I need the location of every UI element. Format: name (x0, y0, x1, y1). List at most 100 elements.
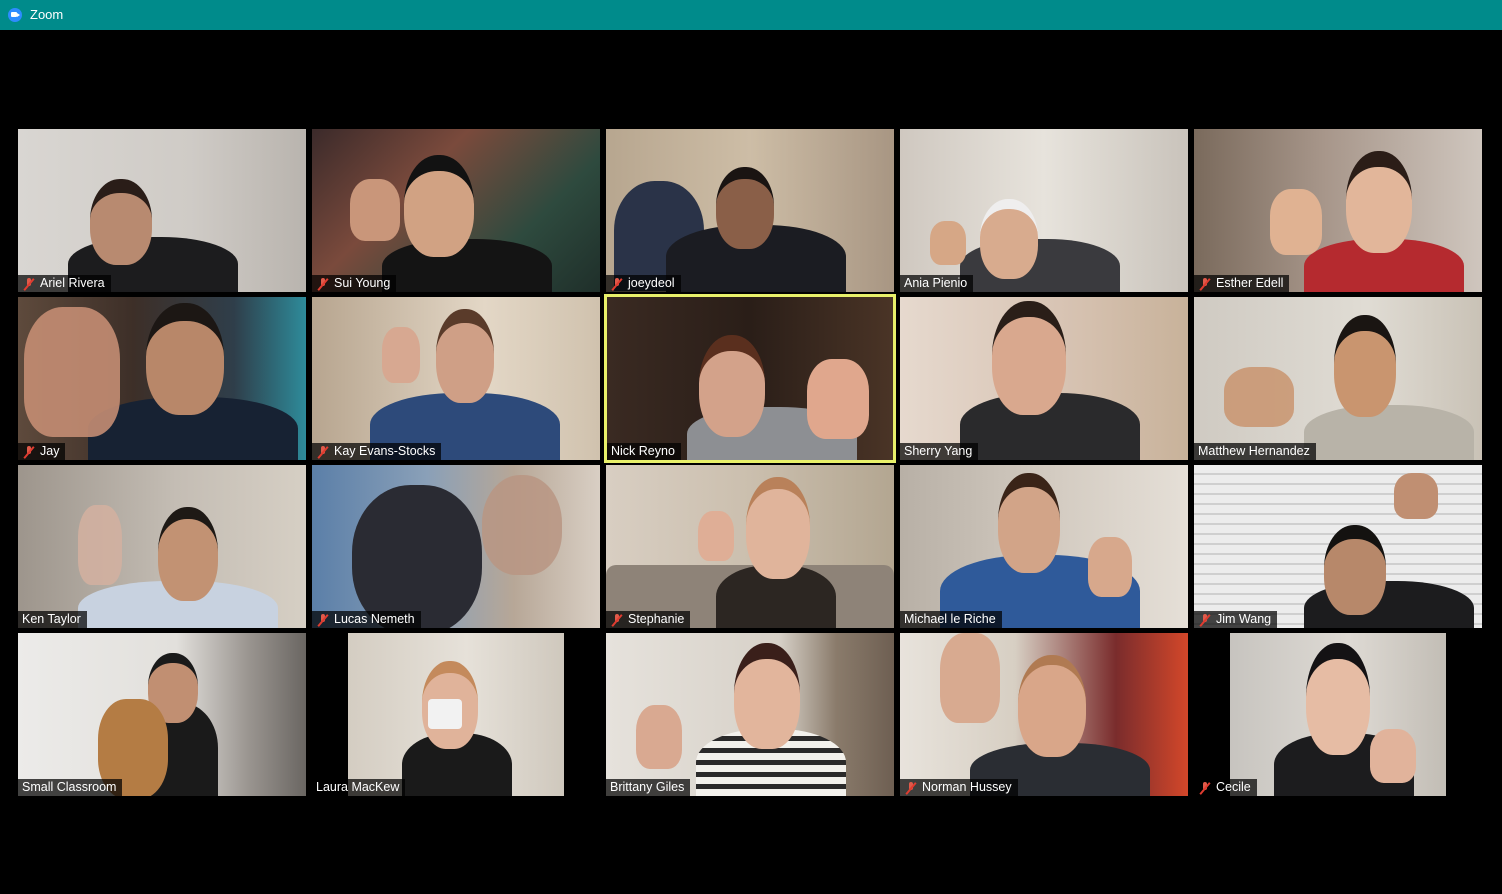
participant-nameplate: Nick Reyno (607, 443, 681, 460)
person-face (1334, 315, 1396, 417)
video-tile[interactable]: Kay Evans-Stocks (312, 297, 600, 460)
person-silhouette (1304, 405, 1474, 460)
window-title: Zoom (30, 7, 64, 22)
video-tile[interactable]: Brittany Giles (606, 633, 894, 796)
person-face (992, 301, 1066, 415)
muted-mic-icon (316, 445, 330, 459)
participant-name: Kay Evans-Stocks (334, 444, 436, 458)
waving-hand (1088, 537, 1132, 597)
video-tile[interactable]: Esther Edell (1194, 129, 1482, 292)
person-face (146, 303, 224, 415)
person-face (734, 643, 800, 749)
muted-mic-icon (1198, 277, 1212, 291)
participant-name: Laura MacKew (316, 780, 400, 794)
video-tile[interactable]: Matthew Hernandez (1194, 297, 1482, 460)
person-face (90, 179, 152, 265)
video-tile[interactable]: Jim Wang (1194, 465, 1482, 628)
video-tile[interactable]: Sherry Yang (900, 297, 1188, 460)
muted-mic-icon (610, 613, 624, 627)
person-face (1324, 525, 1386, 615)
video-tile[interactable]: Sui Young (312, 129, 600, 292)
waving-hand (350, 179, 400, 241)
muted-mic-icon (316, 277, 330, 291)
person-face (158, 507, 218, 601)
participant-name: Michael le Riche (904, 612, 996, 626)
waving-hand (698, 511, 734, 561)
video-tile[interactable]: joeydeol (606, 129, 894, 292)
person-face (1018, 655, 1086, 757)
muted-mic-icon (22, 277, 36, 291)
muted-mic-icon (1198, 613, 1212, 627)
video-tile[interactable]: Ania Pienio (900, 129, 1188, 292)
participant-name: Lucas Nemeth (334, 612, 415, 626)
participant-name: joeydeol (628, 276, 675, 290)
video-tile[interactable]: Jay (18, 297, 306, 460)
person-face (716, 167, 774, 249)
video-tile[interactable]: Cecile (1194, 633, 1482, 796)
video-tile[interactable]: Small Classroom (18, 633, 306, 796)
muted-mic-icon (22, 445, 36, 459)
participant-nameplate: Small Classroom (18, 779, 123, 796)
person-silhouette (382, 239, 552, 292)
participant-name: Norman Hussey (922, 780, 1012, 794)
video-tile-active-speaker[interactable]: Nick Reyno (604, 294, 896, 463)
video-tile[interactable]: Ariel Rivera (18, 129, 306, 292)
participant-nameplate: Matthew Hernandez (1194, 443, 1316, 460)
participant-nameplate: Norman Hussey (900, 779, 1018, 796)
person-face (998, 473, 1060, 573)
muted-mic-icon (316, 613, 330, 627)
person-face (980, 199, 1038, 279)
video-tile[interactable]: Norman Hussey (900, 633, 1188, 796)
video-tile[interactable]: Lucas Nemeth (312, 465, 600, 628)
waving-hand (1394, 473, 1438, 519)
gallery-view: Ariel Rivera Sui Young joeydeol Ania Pie… (1, 30, 1501, 894)
participant-nameplate: Ania Pienio (900, 275, 974, 292)
participant-nameplate: joeydeol (606, 275, 681, 292)
participant-nameplate: Stephanie (606, 611, 691, 628)
person-face (436, 309, 494, 403)
participant-name: Stephanie (628, 612, 685, 626)
participant-name: Sui Young (334, 276, 391, 290)
waving-hand (807, 359, 869, 439)
participant-name: Ariel Rivera (40, 276, 105, 290)
window-titlebar[interactable]: Zoom (0, 0, 1502, 30)
participant-name: Ken Taylor (22, 612, 81, 626)
person-face (1306, 643, 1370, 755)
waving-hand (24, 307, 120, 437)
waving-hand (1370, 729, 1416, 783)
zoom-camera-icon (8, 8, 22, 22)
participant-nameplate: Cecile (1194, 779, 1257, 796)
waving-hand (382, 327, 420, 383)
participant-name: Ania Pienio (904, 276, 968, 290)
waving-hand (636, 705, 682, 769)
video-tile[interactable]: Laura MacKew (312, 633, 600, 796)
person-face (482, 475, 562, 575)
muted-mic-icon (610, 277, 624, 291)
waving-hand (930, 221, 966, 265)
video-tile[interactable]: Stephanie (606, 465, 894, 628)
coffee-mug (428, 699, 462, 729)
participant-name: Esther Edell (1216, 276, 1284, 290)
participant-nameplate: Michael le Riche (900, 611, 1002, 628)
person-face (1346, 151, 1412, 253)
participant-name: Jay (40, 444, 60, 458)
person-face (699, 335, 765, 437)
video-tile[interactable]: Michael le Riche (900, 465, 1188, 628)
cat-silhouette (352, 485, 482, 628)
participant-nameplate: Jim Wang (1194, 611, 1278, 628)
participant-name: Jim Wang (1216, 612, 1272, 626)
participant-name: Small Classroom (22, 780, 117, 794)
participant-nameplate: Jay (18, 443, 66, 460)
muted-mic-icon (1198, 781, 1212, 795)
participant-name: Matthew Hernandez (1198, 444, 1310, 458)
video-tile[interactable]: Ken Taylor (18, 465, 306, 628)
participant-nameplate: Brittany Giles (606, 779, 691, 796)
participant-name: Brittany Giles (610, 780, 685, 794)
waving-hand (940, 633, 1000, 723)
participant-nameplate: Sherry Yang (900, 443, 979, 460)
person-face (404, 155, 474, 257)
participant-nameplate: Kay Evans-Stocks (312, 443, 442, 460)
waving-hand (78, 505, 122, 585)
person-face (746, 477, 810, 579)
participant-nameplate: Ken Taylor (18, 611, 87, 628)
